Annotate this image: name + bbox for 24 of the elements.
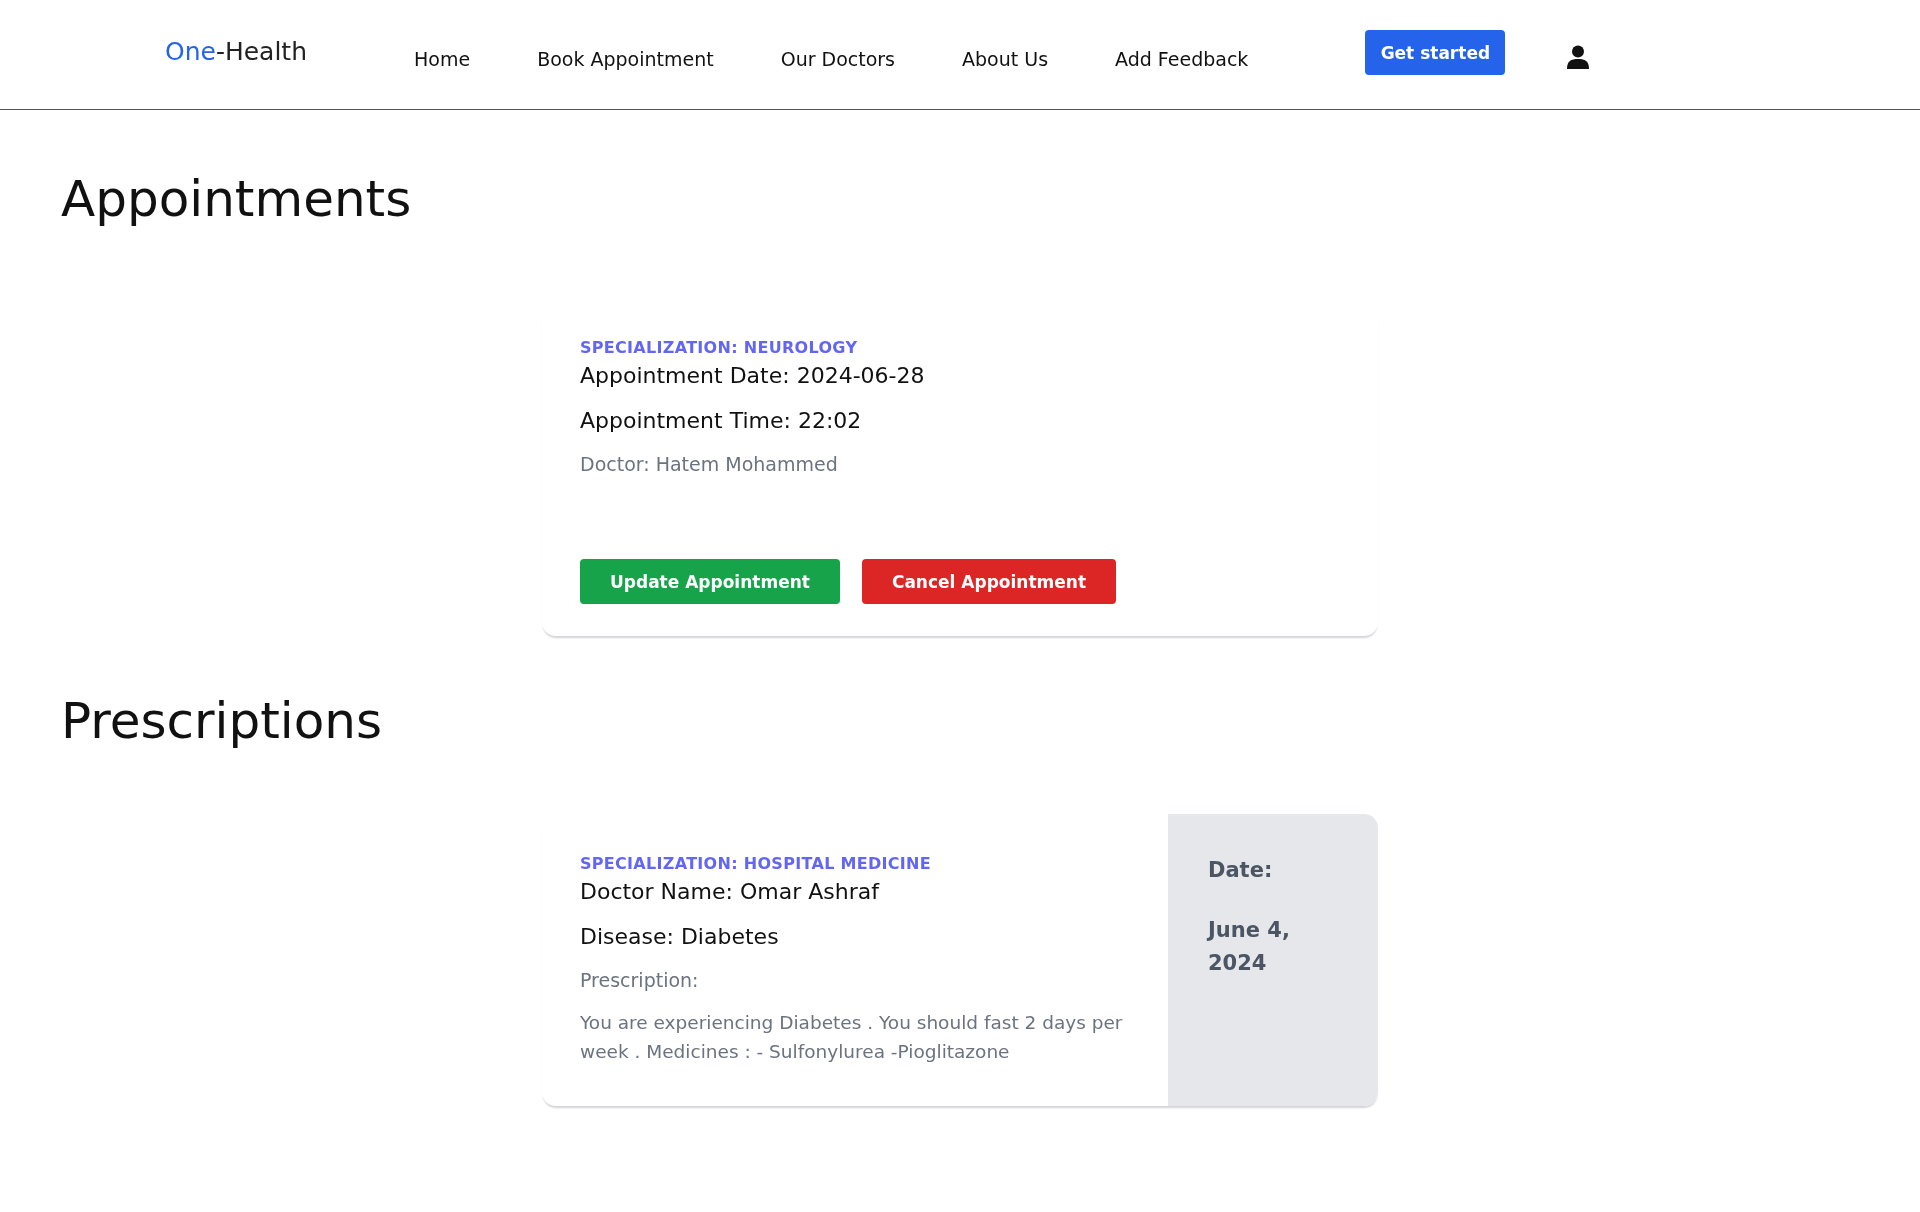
- prescription-label: Prescription:: [580, 969, 700, 991]
- get-started-button[interactable]: Get started: [1365, 30, 1506, 75]
- date-label: Date:: [1208, 857, 1274, 884]
- appointment-date: Appointment Date: 2024-06-28: [580, 363, 926, 388]
- cancel-appointment-button[interactable]: Cancel Appointment: [861, 559, 1116, 604]
- appointment-time: Appointment Time: 22:02: [580, 408, 863, 433]
- nav-link[interactable]: About Us: [962, 47, 1049, 70]
- logo-accent-text: One: [165, 37, 216, 66]
- nav-link[interactable]: Home: [414, 47, 471, 70]
- section-heading: Prescriptions: [61, 692, 384, 750]
- nav-link[interactable]: Add Feedback: [1115, 47, 1249, 70]
- nav-link[interactable]: Book Appointment: [537, 47, 714, 70]
- prescription-date: June 4, 2024: [1208, 916, 1291, 978]
- section-heading: Appointments: [61, 170, 413, 228]
- specialization-label: SPECIALIZATION: HOSPITAL MEDICINE: [580, 854, 932, 873]
- specialization-label: SPECIALIZATION: NEUROLOGY: [580, 338, 859, 357]
- disease-text: Disease: Diabetes: [580, 924, 780, 949]
- logo-text: -Health: [215, 37, 308, 66]
- doctor-name: Doctor Name: Omar Ashraf: [580, 879, 881, 904]
- nav-link[interactable]: Our Doctors: [780, 47, 895, 70]
- prescription-text: You are experiencing Diabetes . You should fast 2 days per week . Medicines : - Sulfonylurea -Pioglitazone: [580, 1011, 1124, 1064]
- logo-link[interactable]: One-Health: [165, 37, 308, 66]
- doctor-name: Doctor: Hatem Mohammed: [580, 453, 839, 475]
- user-icon[interactable]: [1567, 44, 1590, 69]
